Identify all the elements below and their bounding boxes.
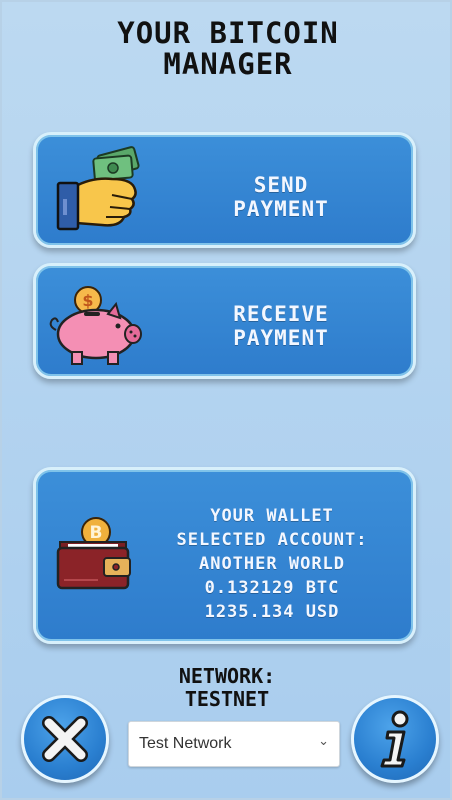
svg-text:$: $ <box>82 291 93 310</box>
receive-payment-button[interactable]: $ RECEIVE PAYMENT <box>33 263 416 379</box>
app-screen: YOUR BITCOIN MANAGER SEND PAYMENT $ RECE… <box>0 0 452 800</box>
send-payment-label: SEND PAYMENT <box>233 173 329 221</box>
receive-payment-label: RECEIVE PAYMENT <box>233 302 329 350</box>
hand-cash-icon <box>56 146 140 231</box>
wallet-info: YOUR WALLET SELECTED ACCOUNT: ANOTHER WO… <box>132 504 412 624</box>
network-label: NETWORK: TESTNET <box>178 664 276 711</box>
title-line-1: YOUR BITCOIN <box>117 16 339 50</box>
close-icon <box>42 716 88 762</box>
btc-balance: 0.132129 BTC <box>204 578 340 598</box>
close-button[interactable] <box>21 695 109 783</box>
piggy-bank-icon: $ <box>49 286 142 365</box>
wallet-button[interactable]: B YOUR WALLET SELECTED ACCOUNT: ANOTHER … <box>33 467 416 644</box>
page-title: YOUR BITCOIN MANAGER <box>2 18 452 80</box>
info-icon <box>380 710 409 768</box>
title-line-2: MANAGER <box>163 47 293 81</box>
account-name: ANOTHER WORLD <box>198 554 346 574</box>
chevron-down-icon: ⌄ <box>318 734 329 749</box>
send-payment-button[interactable]: SEND PAYMENT <box>33 132 416 248</box>
info-button[interactable] <box>351 695 439 783</box>
svg-text:B: B <box>90 523 103 543</box>
bitcoin-wallet-icon: B <box>56 517 131 590</box>
selected-account-label: SELECTED ACCOUNT: <box>176 530 368 550</box>
wallet-title: YOUR WALLET <box>210 506 334 526</box>
usd-balance: 1235.134 USD <box>204 602 340 622</box>
network-select[interactable]: Test Network ⌄ <box>128 721 340 767</box>
network-select-value: Test Network <box>139 735 232 752</box>
